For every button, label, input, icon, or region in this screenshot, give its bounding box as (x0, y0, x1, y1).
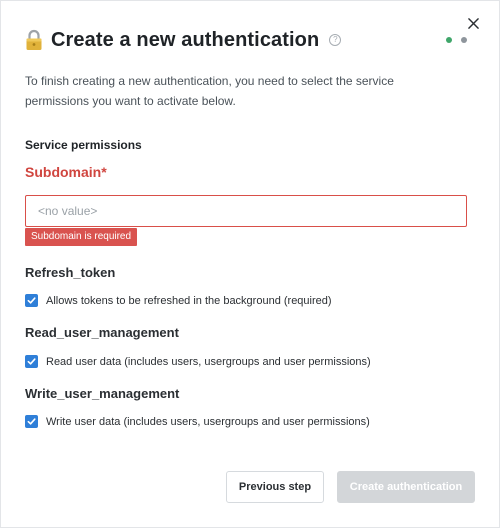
help-icon[interactable]: ? (329, 34, 342, 46)
step-dot-2 (461, 37, 467, 43)
permission-row-refresh-token[interactable]: Allows tokens to be refreshed in the bac… (25, 294, 332, 307)
subdomain-input[interactable] (25, 195, 467, 227)
permission-row-read-user-management[interactable]: Read user data (includes users, usergrou… (25, 355, 371, 368)
intro-text: To finish creating a new authentication,… (25, 74, 394, 108)
permission-label: Read user data (includes users, usergrou… (46, 355, 371, 368)
check-icon (27, 358, 36, 365)
dialog-header: Create a new authentication ? (25, 27, 475, 53)
previous-step-button[interactable]: Previous step (226, 471, 324, 503)
refresh-token-checkbox[interactable] (25, 294, 38, 307)
subdomain-label: Subdomain* (25, 164, 107, 180)
permission-title-refresh-token: Refresh_token (25, 265, 116, 280)
step-indicator (446, 37, 467, 43)
check-icon (27, 297, 36, 304)
auth-dialog: Create a new authentication ? To finish … (0, 0, 500, 528)
lock-icon (26, 29, 42, 50)
permission-label: Write user data (includes users, usergro… (46, 415, 370, 428)
check-icon (27, 418, 36, 425)
permission-label: Allows tokens to be refreshed in the bac… (46, 294, 332, 307)
read-user-management-checkbox[interactable] (25, 355, 38, 368)
write-user-management-checkbox[interactable] (25, 415, 38, 428)
step-dot-1 (446, 37, 452, 43)
dialog-title: Create a new authentication (51, 28, 320, 51)
subdomain-error: Subdomain is required (25, 228, 138, 246)
permission-title-read-user-management: Read_user_management (25, 325, 179, 340)
create-authentication-button[interactable]: Create authentication (337, 471, 475, 503)
permission-title-write-user-management: Write_user_management (25, 386, 180, 401)
section-title: Service permissions (25, 138, 142, 152)
permission-row-write-user-management[interactable]: Write user data (includes users, usergro… (25, 415, 370, 428)
